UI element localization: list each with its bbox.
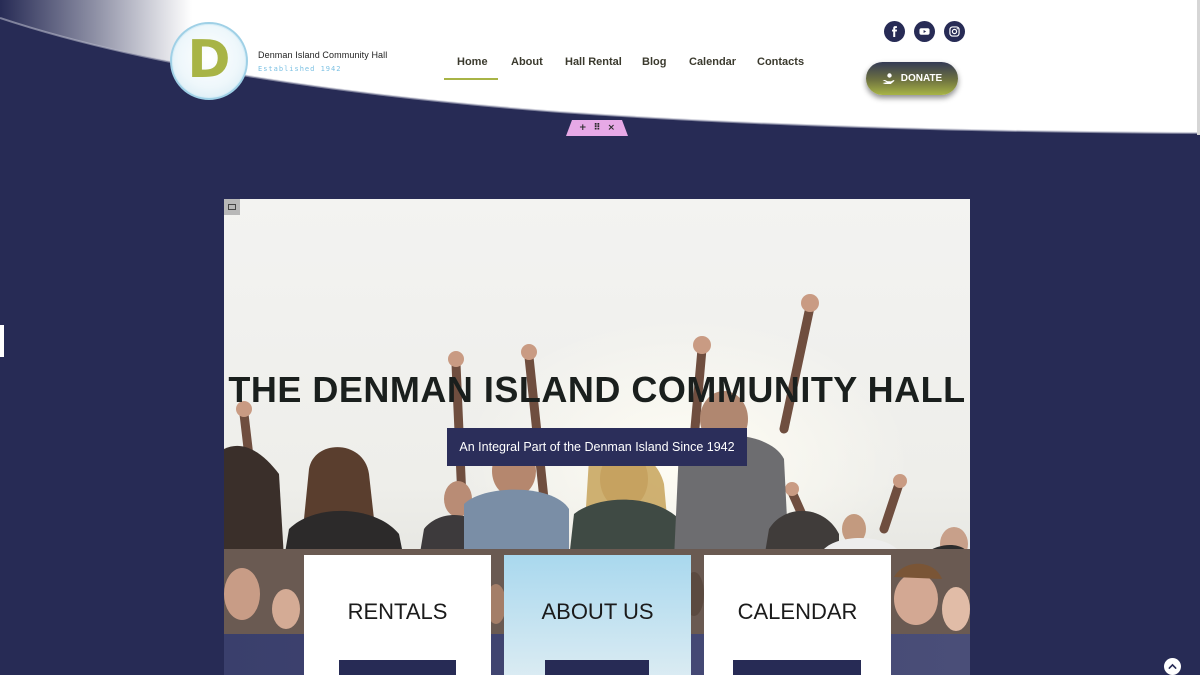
brand-name[interactable]: Denman Island Community Hall (258, 50, 387, 60)
hero-section: THE DENMAN ISLAND COMMUNITY HALL An Inte… (224, 199, 970, 675)
nav-item-home[interactable]: Home (457, 56, 488, 68)
left-edge-marker (0, 325, 4, 357)
calendar-card-button[interactable] (733, 660, 861, 675)
site-header: D Denman Island Community Hall Establish… (0, 0, 1200, 136)
close-section-icon[interactable]: × (608, 123, 616, 133)
card-title-calendar: CALENDAR (737, 599, 858, 624)
hand-donate-icon (882, 72, 895, 84)
about-us-card[interactable]: ABOUT US (504, 555, 691, 675)
youtube-icon[interactable] (914, 21, 935, 42)
site-logo[interactable]: D (170, 22, 248, 100)
edit-column-icon[interactable] (224, 199, 240, 215)
rentals-card-button[interactable] (339, 660, 456, 675)
nav-active-underline (444, 78, 498, 80)
card-title-rentals: RENTALS (347, 599, 448, 624)
chevron-up-icon (1168, 663, 1177, 669)
hero-subtitle: An Integral Part of the Denman Island Si… (447, 428, 747, 466)
hero-title: THE DENMAN ISLAND COMMUNITY HALL (228, 369, 966, 410)
calendar-card[interactable]: CALENDAR (704, 555, 891, 675)
back-to-top-button[interactable] (1164, 658, 1181, 675)
nav-item-hall-rental[interactable]: Hall Rental (565, 56, 622, 68)
section-editor-handle[interactable]: + ⠿ × (566, 120, 628, 136)
donate-label: DONATE (900, 73, 943, 84)
nav-item-blog[interactable]: Blog (642, 56, 666, 68)
about-us-card-button[interactable] (545, 660, 649, 675)
brand-established: Established 1942 (258, 65, 342, 73)
donate-button[interactable]: DONATE (866, 62, 958, 95)
facebook-icon[interactable] (884, 21, 905, 42)
rentals-card[interactable]: RENTALS (304, 555, 491, 675)
nav-item-contacts[interactable]: Contacts (757, 56, 804, 68)
card-title-about-us: ABOUT US (541, 599, 654, 624)
instagram-icon[interactable] (944, 21, 965, 42)
drag-section-icon[interactable]: ⠿ (593, 123, 600, 133)
nav-item-calendar[interactable]: Calendar (689, 56, 736, 68)
nav-item-about[interactable]: About (511, 56, 543, 68)
logo-letter: D (187, 30, 231, 90)
add-section-icon[interactable]: + (579, 123, 587, 133)
